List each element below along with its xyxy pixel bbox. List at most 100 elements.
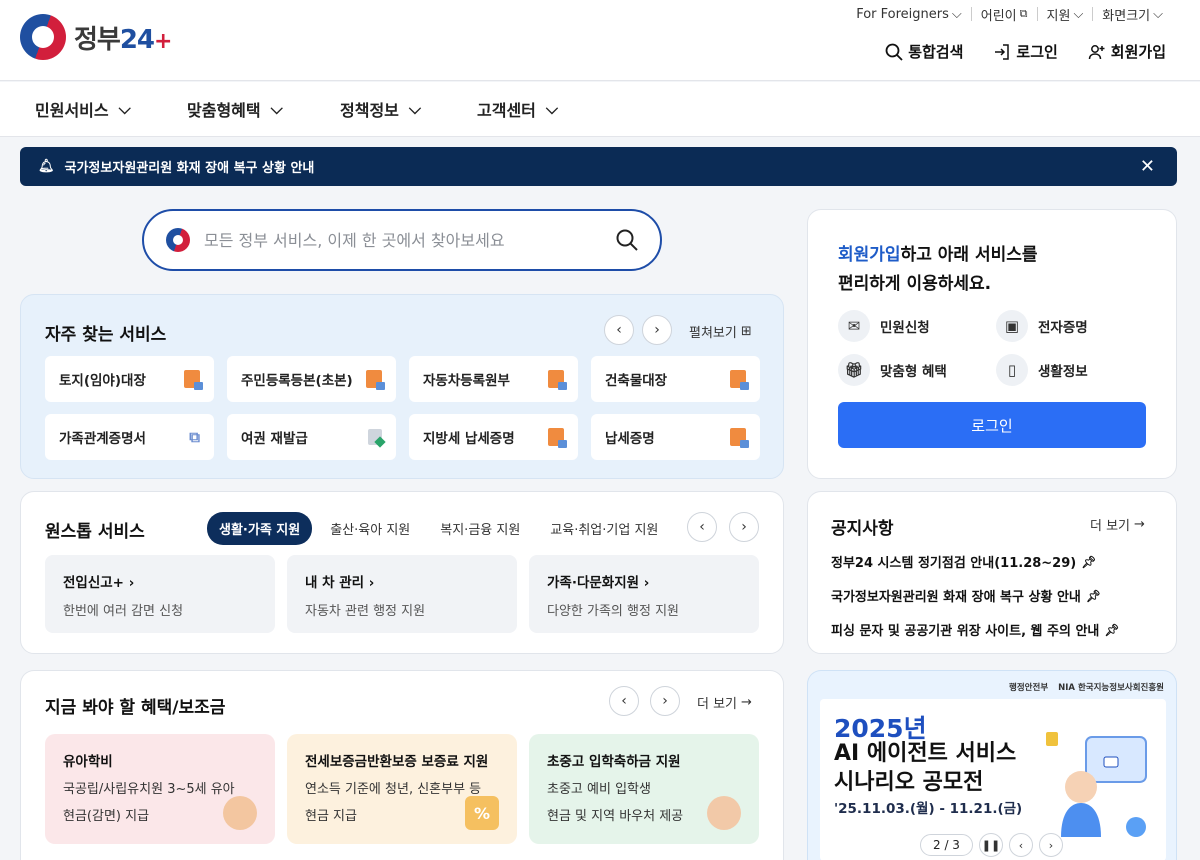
onestop-services-panel: 원스톱 서비스 생활·가족 지원 출산·육아 지원 복지·금융 지원 교육·취업… [20, 491, 784, 654]
tab-education-jobs[interactable]: 교육·취업·기업 지원 [538, 512, 670, 545]
next-button[interactable]: › [729, 512, 759, 542]
login-promo-panel: 회원가입하고 아래 서비스를 편리하게 이용하세요. ✉ 민원신청 ▣ 전자증명 🎁… [807, 209, 1177, 479]
grid-icon: ⊞ [740, 324, 752, 339]
onestop-card[interactable]: 가족·다문화지원 › 다양한 가족의 행정 지원 [529, 555, 759, 633]
edit-document-icon [368, 429, 382, 445]
nav-item-custom-benefits[interactable]: 맞춤형혜택 ⌵ [187, 97, 283, 121]
notice-item[interactable]: 피싱 문자 및 공공기관 위장 사이트, 웹 주의 안내 📌︎ [831, 620, 1120, 640]
chevron-right-icon[interactable]: › [1038, 833, 1063, 857]
section-title: 자주 찾는 서비스 [45, 325, 167, 345]
envelope-icon: ✉ [838, 310, 870, 342]
promo-banner[interactable]: 행정안전부 NIA 한국지능정보사회진흥원 2025년 AI 에이전트 서비스 시… [807, 670, 1177, 860]
benefit-list: 유아학비 국공립/사립유치원 3~5세 유아 현금(감면) 지급 전세보증금반환… [45, 734, 759, 844]
chevron-down-icon: ⌵ [408, 99, 422, 118]
login-icon [995, 43, 1010, 60]
student-illustration-icon [707, 796, 741, 830]
service-tile[interactable]: 납세증명 [591, 414, 760, 460]
chevron-down-icon: ⌵ [270, 99, 283, 118]
signup-highlight-link[interactable]: 회원가입 [838, 245, 901, 265]
benefit-card[interactable]: 유아학비 국공립/사립유치원 3~5세 유아 현금(감면) 지급 [45, 734, 275, 844]
foreigners-link[interactable]: For Foreigners ⌵ [847, 6, 971, 22]
more-link[interactable]: 더 보기 → [697, 693, 752, 712]
arrow-right-icon: → [1134, 517, 1145, 532]
nav-item-customer-center[interactable]: 고객센터 ⌵ [477, 97, 558, 121]
member-service-certificate[interactable]: ▣ 전자증명 [996, 310, 1146, 342]
benefit-card[interactable]: 전세보증금반환보증 보증료 지원 연소득 기준에 청년, 신혼부부 등 현금 지… [287, 734, 517, 844]
site-header: 정부24+ For Foreigners ⌵ 어린이 ⧉ 지원 ⌵ 화면크기 ⌵ 통합검… [0, 0, 1200, 81]
chevron-down-icon: ⌵ [951, 6, 962, 22]
tab-welfare-finance[interactable]: 복지·금융 지원 [428, 512, 532, 545]
tab-life-family[interactable]: 생활·가족 지원 [207, 512, 313, 545]
onestop-tabs: 생활·가족 지원 출산·육아 지원 복지·금융 지원 교육·취업·기업 지원 [207, 512, 670, 545]
onestop-card[interactable]: 전입신고+ › 한번에 여러 감면 신청 [45, 555, 275, 633]
kids-link[interactable]: 어린이 ⧉ [970, 7, 1037, 24]
document-icon [730, 428, 749, 448]
benefit-card[interactable]: 초중고 입학축하금 지원 초중고 예비 입학생 현금 및 지역 바우처 제공 [529, 734, 759, 844]
document-icon [184, 370, 203, 390]
frequent-service-list: 토지(임야)대장 주민등록등본(초본) 자동차등록원부 건축물대장 가족관계증명… [45, 356, 760, 460]
prev-button[interactable]: ‹ [604, 315, 634, 345]
chevron-right-icon: › [662, 693, 668, 709]
header-actions: 통합검색 로그인 회원가입 [885, 41, 1166, 62]
login-promo-message: 회원가입하고 아래 서비스를 편리하게 이용하세요. [838, 245, 1038, 294]
prev-button[interactable]: ‹ [687, 512, 717, 542]
document-icon [730, 370, 749, 390]
member-service-list: ✉ 민원신청 ▣ 전자증명 🎁︎ 맞춤형 혜택 ▯ 생활정보 [838, 310, 1146, 386]
more-link[interactable]: 더 보기 → [1090, 515, 1145, 534]
chevron-down-icon: ⌵ [545, 99, 559, 118]
section-title: 공지사항 [831, 519, 894, 539]
service-tile[interactable]: 건축물대장 [591, 356, 760, 402]
prev-button[interactable]: ‹ [609, 686, 639, 716]
chevron-left-icon: ‹ [621, 693, 627, 709]
member-service-lifeinfo[interactable]: ▯ 생활정보 [996, 354, 1146, 386]
next-button[interactable]: › [642, 315, 672, 345]
arrow-right-icon: → [741, 695, 752, 710]
service-tile[interactable]: 여권 재발급 [227, 414, 396, 460]
document-icon [548, 370, 567, 390]
alert-banner[interactable]: 🔔︎ 국가정보자원관리원 화재 장애 복구 상황 안내 ✕ [20, 147, 1177, 186]
service-tile[interactable]: 토지(임야)대장 [45, 356, 214, 402]
member-service-civil[interactable]: ✉ 민원신청 [838, 310, 996, 342]
login-button[interactable]: 로그인 [838, 402, 1146, 448]
nav-item-civil-service[interactable]: 민원서비스 ⌵ [35, 97, 131, 121]
tab-childbirth[interactable]: 출산·육아 지원 [318, 512, 422, 545]
notice-panel: 공지사항 더 보기 → 정부24 시스템 정기점검 안내(11.28~29) 📌︎ … [807, 491, 1177, 654]
service-tile[interactable]: 주민등록등본(초본) [227, 356, 396, 402]
onestop-card[interactable]: 내 차 관리 › 자동차 관련 행정 지원 [287, 555, 517, 633]
login-link[interactable]: 로그인 [993, 41, 1058, 62]
logo-text: 정부24+ [74, 24, 172, 55]
frequent-services-panel: 자주 찾는 서비스 ‹ › 펼쳐보기 ⊞ 토지(임야)대장 주민등록등본(초본) … [20, 294, 784, 479]
nav-item-policy-info[interactable]: 정책정보 ⌵ [340, 97, 421, 121]
font-size-menu[interactable]: 화면크기 ⌵ [1092, 7, 1172, 24]
integrated-search-button[interactable]: 통합검색 [885, 41, 963, 62]
service-tile[interactable]: 가족관계증명서 ⧉ [45, 414, 214, 460]
gift-icon: 🎁︎ [838, 354, 870, 386]
site-logo[interactable]: 정부24+ [20, 14, 172, 60]
chevron-right-icon: › [654, 322, 660, 338]
search-icon[interactable] [616, 229, 638, 251]
bookmark-icon: ▯ [996, 354, 1028, 386]
expand-button[interactable]: 펼쳐보기 ⊞ [689, 322, 752, 341]
notice-item[interactable]: 정부24 시스템 정기점검 안내(11.28~29) 📌︎ [831, 552, 1120, 572]
search-icon [885, 43, 903, 61]
taegeuk-logo-icon [20, 14, 66, 60]
pause-icon[interactable]: ❚❚ [978, 833, 1003, 857]
chevron-down-icon: ⌵ [1073, 6, 1084, 22]
close-icon[interactable]: ✕ [1140, 156, 1155, 177]
support-menu[interactable]: 지원 ⌵ [1036, 6, 1093, 24]
external-link-icon: ⧉ [189, 428, 200, 446]
notice-item[interactable]: 국가정보자원관리원 화재 장애 복구 상황 안내 📌︎ [831, 586, 1120, 606]
search-input[interactable] [204, 230, 616, 250]
chevron-left-icon[interactable]: ‹ [1008, 833, 1033, 857]
page-indicator: 2 / 3 [920, 834, 973, 856]
user-plus-icon [1088, 44, 1105, 59]
chevron-right-icon: › [128, 575, 135, 591]
next-button[interactable]: › [650, 686, 680, 716]
signup-link[interactable]: 회원가입 [1088, 41, 1166, 62]
organization-logos: 행정안전부 NIA 한국지능정보사회진흥원 [1009, 683, 1164, 693]
pin-icon: 📌︎ [1081, 554, 1097, 569]
document-icon [548, 428, 567, 448]
service-tile[interactable]: 자동차등록원부 [409, 356, 578, 402]
member-service-benefits[interactable]: 🎁︎ 맞춤형 혜택 [838, 354, 996, 386]
service-tile[interactable]: 지방세 납세증명 [409, 414, 578, 460]
